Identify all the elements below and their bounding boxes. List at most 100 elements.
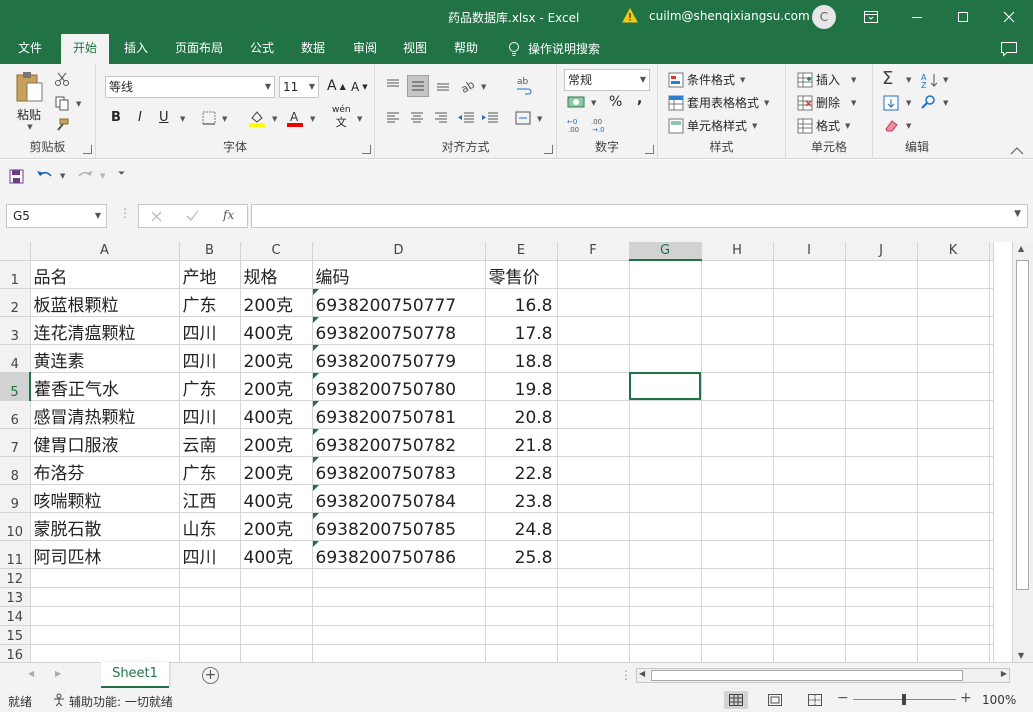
cell-f13[interactable]: [557, 587, 630, 607]
comments-icon[interactable]: [1000, 41, 1018, 57]
cell-k11[interactable]: [917, 540, 990, 569]
fill-color-icon[interactable]: [248, 109, 266, 127]
cell-i9[interactable]: [773, 484, 846, 513]
cell-f10[interactable]: [557, 512, 630, 541]
orientation-icon[interactable]: ab: [459, 76, 477, 94]
copy-icon[interactable]: [54, 95, 70, 111]
cell-i6[interactable]: [773, 400, 846, 429]
row-header-6[interactable]: 6: [0, 400, 31, 429]
maximize-button[interactable]: [940, 0, 986, 34]
cell-f9[interactable]: [557, 484, 630, 513]
ribbon-display-options-button[interactable]: [848, 0, 894, 34]
cell-c5[interactable]: 200克: [240, 372, 313, 401]
accessibility-icon[interactable]: [52, 693, 66, 707]
bold-button[interactable]: B: [111, 110, 121, 125]
cell-b9[interactable]: 江西: [179, 484, 241, 513]
accessibility-status[interactable]: 辅助功能: 一切就绪: [69, 693, 173, 710]
cell-e8[interactable]: 22.8: [485, 456, 558, 485]
cell-b16[interactable]: [179, 644, 241, 662]
cell-b2[interactable]: 广东: [179, 288, 241, 317]
percent-style-button[interactable]: %: [609, 94, 622, 110]
next-sheet-icon[interactable]: ▶: [55, 669, 61, 678]
cell-k10[interactable]: [917, 512, 990, 541]
cell-c7[interactable]: 200克: [240, 428, 313, 457]
scroll-down-icon[interactable]: ▼: [1018, 651, 1024, 660]
sheet-tab-sheet1[interactable]: Sheet1: [101, 662, 169, 688]
cell-g5[interactable]: [629, 372, 702, 401]
cell-b14[interactable]: [179, 606, 241, 626]
cell-j7[interactable]: [845, 428, 918, 457]
cell-k14[interactable]: [917, 606, 990, 626]
cell-k8[interactable]: [917, 456, 990, 485]
cell-a14[interactable]: [30, 606, 180, 626]
cell-d14[interactable]: [312, 606, 486, 626]
cell-f8[interactable]: [557, 456, 630, 485]
column-header-j[interactable]: J: [845, 242, 918, 261]
avatar[interactable]: C: [812, 5, 836, 29]
cell-c10[interactable]: 200克: [240, 512, 313, 541]
number-dialog-launcher[interactable]: [645, 145, 654, 154]
row-header-14[interactable]: 14: [0, 606, 31, 626]
cell-b11[interactable]: 四川: [179, 540, 241, 569]
horizontal-scrollbar[interactable]: ◀ ▶: [636, 668, 1010, 683]
normal-view-button[interactable]: [724, 691, 748, 709]
redo-icon[interactable]: [76, 168, 94, 183]
cell-h8[interactable]: [701, 456, 774, 485]
cut-icon[interactable]: [54, 71, 70, 87]
insert-cells-button[interactable]: 插入 ▼: [797, 71, 856, 88]
prev-sheet-icon[interactable]: ◀: [28, 669, 34, 678]
cell-c13[interactable]: [240, 587, 313, 607]
cell-i12[interactable]: [773, 568, 846, 588]
cell-c2[interactable]: 200克: [240, 288, 313, 317]
cell-h4[interactable]: [701, 344, 774, 373]
conditional-formatting-button[interactable]: 条件格式 ▼: [668, 71, 745, 88]
cell-i16[interactable]: [773, 644, 846, 662]
font-size-combo[interactable]: 11 ▼: [279, 76, 319, 98]
row-header-2[interactable]: 2: [0, 288, 31, 317]
cell-e7[interactable]: 21.8: [485, 428, 558, 457]
tab-view[interactable]: 视图: [391, 34, 439, 64]
cell-d11[interactable]: 6938200750786: [312, 540, 486, 569]
close-button[interactable]: [986, 0, 1032, 34]
cell-b7[interactable]: 云南: [179, 428, 241, 457]
delete-cells-button[interactable]: 删除 ▼: [797, 94, 856, 111]
cell-b5[interactable]: 广东: [179, 372, 241, 401]
enter-formula-icon[interactable]: [186, 210, 199, 222]
cell-a15[interactable]: [30, 625, 180, 645]
cell-e11[interactable]: 25.8: [485, 540, 558, 569]
cell-d15[interactable]: [312, 625, 486, 645]
cell-a6[interactable]: 感冒清热颗粒: [30, 400, 180, 429]
cell-a9[interactable]: 咳喘颗粒: [30, 484, 180, 513]
cell-g2[interactable]: [629, 288, 702, 317]
cell-g8[interactable]: [629, 456, 702, 485]
align-center-icon[interactable]: [409, 111, 425, 125]
cell-e4[interactable]: 18.8: [485, 344, 558, 373]
cell-c12[interactable]: [240, 568, 313, 588]
cell-i15[interactable]: [773, 625, 846, 645]
cell-f11[interactable]: [557, 540, 630, 569]
cell-i7[interactable]: [773, 428, 846, 457]
font-color-icon[interactable]: A: [286, 109, 304, 127]
zoom-level[interactable]: 100%: [982, 693, 1016, 707]
cell-c15[interactable]: [240, 625, 313, 645]
column-header-f[interactable]: F: [557, 242, 630, 261]
cell-i11[interactable]: [773, 540, 846, 569]
cell-h2[interactable]: [701, 288, 774, 317]
customize-qat-icon[interactable]: ⏷: [118, 169, 125, 179]
cell-g15[interactable]: [629, 625, 702, 645]
column-header-c[interactable]: C: [240, 242, 313, 261]
cell-g14[interactable]: [629, 606, 702, 626]
cell-j9[interactable]: [845, 484, 918, 513]
cell-c16[interactable]: [240, 644, 313, 662]
increase-indent-icon[interactable]: [481, 111, 499, 125]
select-all-corner[interactable]: [0, 242, 31, 261]
column-header-g[interactable]: G: [629, 242, 702, 261]
cell-j11[interactable]: [845, 540, 918, 569]
cell-e16[interactable]: [485, 644, 558, 662]
cell-h11[interactable]: [701, 540, 774, 569]
scroll-left-icon[interactable]: ◀: [639, 669, 645, 678]
cell-a16[interactable]: [30, 644, 180, 662]
cell-j16[interactable]: [845, 644, 918, 662]
cell-d13[interactable]: [312, 587, 486, 607]
tab-splitter-icon[interactable]: ⋮: [620, 668, 632, 682]
